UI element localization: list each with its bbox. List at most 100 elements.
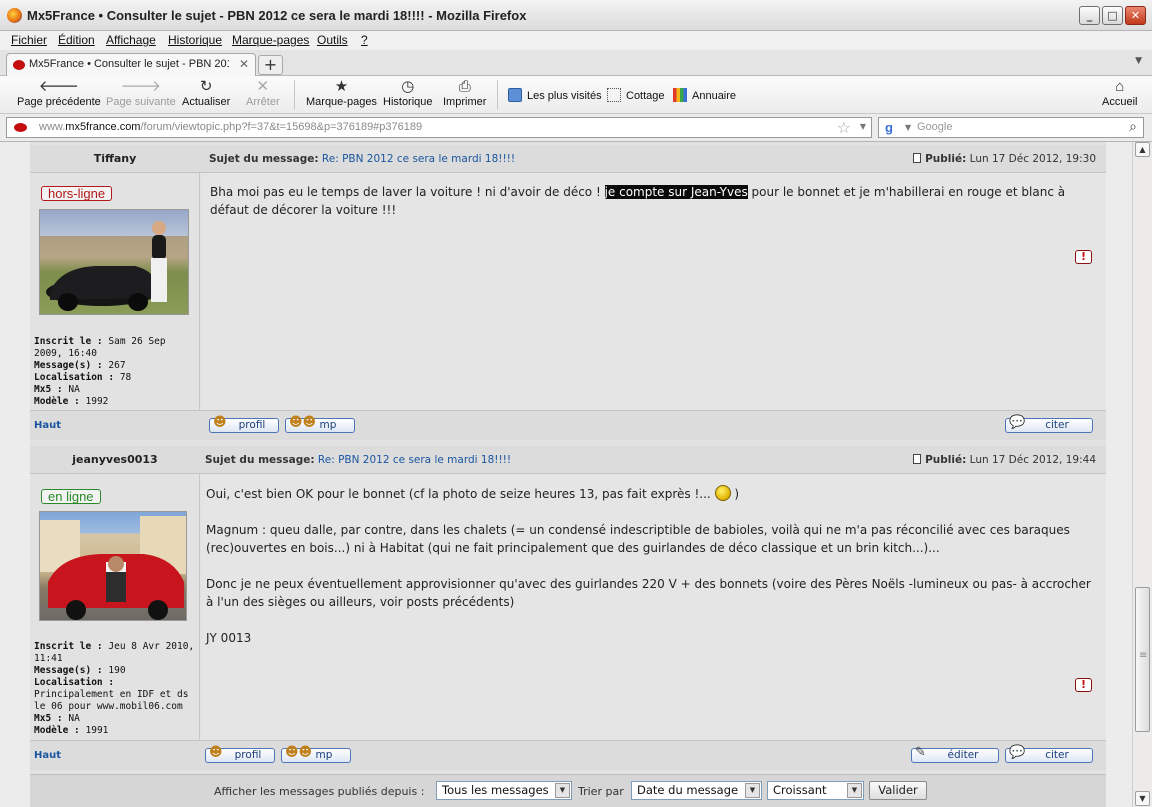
period-select[interactable]: Tous les messages ▼ bbox=[436, 781, 572, 800]
bookmark-annuaire[interactable]: Annuaire bbox=[673, 88, 736, 102]
profile-location: Localisation : Principalement en IDF et d… bbox=[34, 677, 198, 713]
print-button[interactable]: ⎙ Imprimer bbox=[443, 78, 486, 108]
url-bar[interactable]: www.mx5france.com/forum/viewtopic.php?f=… bbox=[6, 117, 872, 138]
search-icon[interactable]: ⌕ bbox=[1129, 119, 1137, 135]
url-domain: mx5france.com bbox=[65, 121, 141, 133]
post-icon[interactable] bbox=[913, 153, 922, 163]
menu-edition[interactable]: Édition bbox=[58, 33, 95, 47]
post-date: Publié: Lun 17 Déc 2012, 19:44 bbox=[913, 446, 1096, 474]
printer-icon: ⎙ bbox=[458, 78, 471, 95]
pm-button[interactable]: ☻☻ mp bbox=[285, 416, 355, 433]
search-engine-chevron-icon[interactable]: ▼ bbox=[905, 123, 911, 132]
menu-marque-pages[interactable]: Marque-pages bbox=[232, 33, 309, 47]
message-text: ) bbox=[730, 487, 740, 501]
tab-current[interactable]: Mx5France • Consulter le sujet - PBN 201… bbox=[6, 53, 256, 76]
window-title: Mx5France • Consulter le sujet - PBN 201… bbox=[27, 8, 527, 23]
tab-list-chevron-icon[interactable]: ▼ bbox=[1135, 56, 1142, 66]
back-to-top-link[interactable]: Haut bbox=[34, 750, 61, 761]
bookmarks-button[interactable]: ★ Marque-pages bbox=[306, 78, 377, 108]
home-label: Accueil bbox=[1102, 96, 1138, 108]
back-to-top-link[interactable]: Haut bbox=[34, 420, 61, 431]
profile-button-label: profil bbox=[234, 749, 262, 761]
menu-outils[interactable]: Outils bbox=[317, 33, 348, 47]
profile-messages: Message(s) : 190 bbox=[34, 665, 198, 677]
menu-bar: Fichier Édition Affichage Historique Mar… bbox=[0, 31, 1152, 50]
tab-close-icon[interactable]: ✕ bbox=[239, 57, 249, 71]
firefox-icon bbox=[7, 8, 22, 23]
print-label: Imprimer bbox=[443, 96, 487, 108]
post-jeanyves0013: jeanyves0013 Sujet du message: Re: PBN 2… bbox=[30, 446, 1106, 770]
forward-button[interactable]: 🡒 Page suivante bbox=[106, 78, 176, 108]
subject-label: Sujet du message: bbox=[205, 454, 315, 466]
toolbar-separator bbox=[497, 80, 498, 110]
report-button[interactable]: ! bbox=[1075, 678, 1092, 692]
menu-affichage[interactable]: Affichage bbox=[106, 33, 156, 47]
post-subject: Sujet du message: Re: PBN 2012 ce sera l… bbox=[205, 446, 511, 474]
profile-value: 78 bbox=[119, 372, 132, 383]
home-button[interactable]: ⌂ Accueil bbox=[1102, 78, 1137, 108]
post-author[interactable]: jeanyves0013 bbox=[30, 446, 200, 474]
chevron-down-icon: ▼ bbox=[745, 783, 760, 798]
profile-button[interactable]: ☻ profil bbox=[209, 416, 279, 433]
submit-button[interactable]: Valider bbox=[869, 781, 927, 800]
post-body: Bha moi pas eu le temps de laver la voit… bbox=[201, 173, 1106, 410]
search-bar[interactable]: g ▼ Google ⌕ bbox=[878, 117, 1144, 138]
period-label: Afficher les messages publiés depuis : bbox=[214, 785, 425, 798]
post-body: Oui, c'est bien OK pour le bonnet (cf la… bbox=[201, 474, 1106, 740]
google-icon[interactable]: g bbox=[885, 120, 893, 135]
sort-select[interactable]: Date du message ▼ bbox=[631, 781, 762, 800]
subject-link[interactable]: Re: PBN 2012 ce sera le mardi 18!!!! bbox=[322, 153, 515, 165]
smiley-icon bbox=[714, 485, 731, 501]
clock-icon: ◷ bbox=[401, 78, 415, 95]
profile-mx5: Mx5 : NA bbox=[34, 384, 198, 396]
vertical-scrollbar[interactable]: ▲ ▼ bbox=[1132, 142, 1152, 807]
message-text: Oui, c'est bien OK pour le bonnet (cf la… bbox=[206, 487, 715, 501]
profile-value: 1992 bbox=[85, 396, 109, 407]
bookmark-most-visited[interactable]: Les plus visités bbox=[508, 88, 602, 102]
close-button[interactable]: ✕ bbox=[1125, 6, 1146, 25]
search-input[interactable]: Google bbox=[917, 121, 952, 133]
history-button[interactable]: ◷ Historique bbox=[383, 78, 433, 108]
minimize-button[interactable]: _ bbox=[1079, 6, 1100, 25]
most-visited-icon bbox=[508, 88, 522, 102]
bookmark-star-icon[interactable]: ☆ bbox=[837, 118, 851, 137]
scroll-thumb[interactable] bbox=[1135, 587, 1150, 732]
quote-button[interactable]: 💬 citer bbox=[1005, 746, 1093, 763]
report-button[interactable]: ! bbox=[1075, 250, 1092, 264]
reload-button[interactable]: ↻ Actualiser bbox=[182, 78, 230, 108]
bookmarks-label: Marque-pages bbox=[306, 96, 377, 108]
post-profile: en ligne Inscrit le : Jeu 8 Avr 2010, 11… bbox=[30, 474, 200, 740]
message-text: Bha moi pas eu le temps de laver la voit… bbox=[210, 185, 605, 199]
chevron-down-icon: ▼ bbox=[847, 783, 862, 798]
menu-fichier[interactable]: Fichier bbox=[11, 33, 47, 47]
menu-historique[interactable]: Historique bbox=[168, 33, 222, 47]
most-visited-label: Les plus visités bbox=[527, 90, 602, 102]
quote-button[interactable]: 💬 citer bbox=[1005, 416, 1093, 433]
post-author[interactable]: Tiffany bbox=[30, 145, 200, 173]
chevron-down-icon: ▼ bbox=[555, 783, 570, 798]
menu-help[interactable]: ? bbox=[361, 33, 368, 47]
scroll-up-icon[interactable]: ▲ bbox=[1135, 142, 1150, 157]
back-button[interactable]: 🡐 Page précédente bbox=[17, 78, 101, 108]
new-tab-button[interactable]: + bbox=[258, 55, 283, 75]
maximize-button[interactable]: □ bbox=[1102, 6, 1123, 25]
order-select[interactable]: Croissant ▼ bbox=[767, 781, 864, 800]
post-icon[interactable] bbox=[913, 454, 922, 464]
profile-button[interactable]: ☻ profil bbox=[205, 746, 275, 763]
pm-button[interactable]: ☻☻ mp bbox=[281, 746, 351, 763]
post-tiffany: Tiffany Sujet du message: Re: PBN 2012 c… bbox=[30, 145, 1106, 440]
scroll-down-icon[interactable]: ▼ bbox=[1135, 791, 1150, 806]
annuaire-label: Annuaire bbox=[692, 90, 737, 102]
bookmark-cottage[interactable]: Cottage bbox=[607, 88, 665, 102]
profile-label: Localisation : bbox=[34, 372, 115, 383]
profile-location: Localisation : 78 bbox=[34, 372, 198, 384]
profile-label: Message(s) : bbox=[34, 360, 103, 371]
url-text[interactable]: www.mx5france.com/forum/viewtopic.php?f=… bbox=[39, 121, 422, 133]
subject-link[interactable]: Re: PBN 2012 ce sera le mardi 18!!!! bbox=[318, 454, 511, 466]
url-dropdown-chevron-icon[interactable]: ▼ bbox=[860, 122, 866, 131]
page-content: Tiffany Sujet du message: Re: PBN 2012 c… bbox=[0, 142, 1132, 807]
edit-button[interactable]: ✎ éditer bbox=[911, 746, 999, 763]
stop-button[interactable]: ✕ Arrêter bbox=[246, 78, 280, 108]
message-paragraph: JY 0013 bbox=[206, 631, 252, 645]
post-footer: Haut ☻ profil ☻☻ mp ✎ éditer 💬 citer bbox=[30, 740, 1106, 770]
